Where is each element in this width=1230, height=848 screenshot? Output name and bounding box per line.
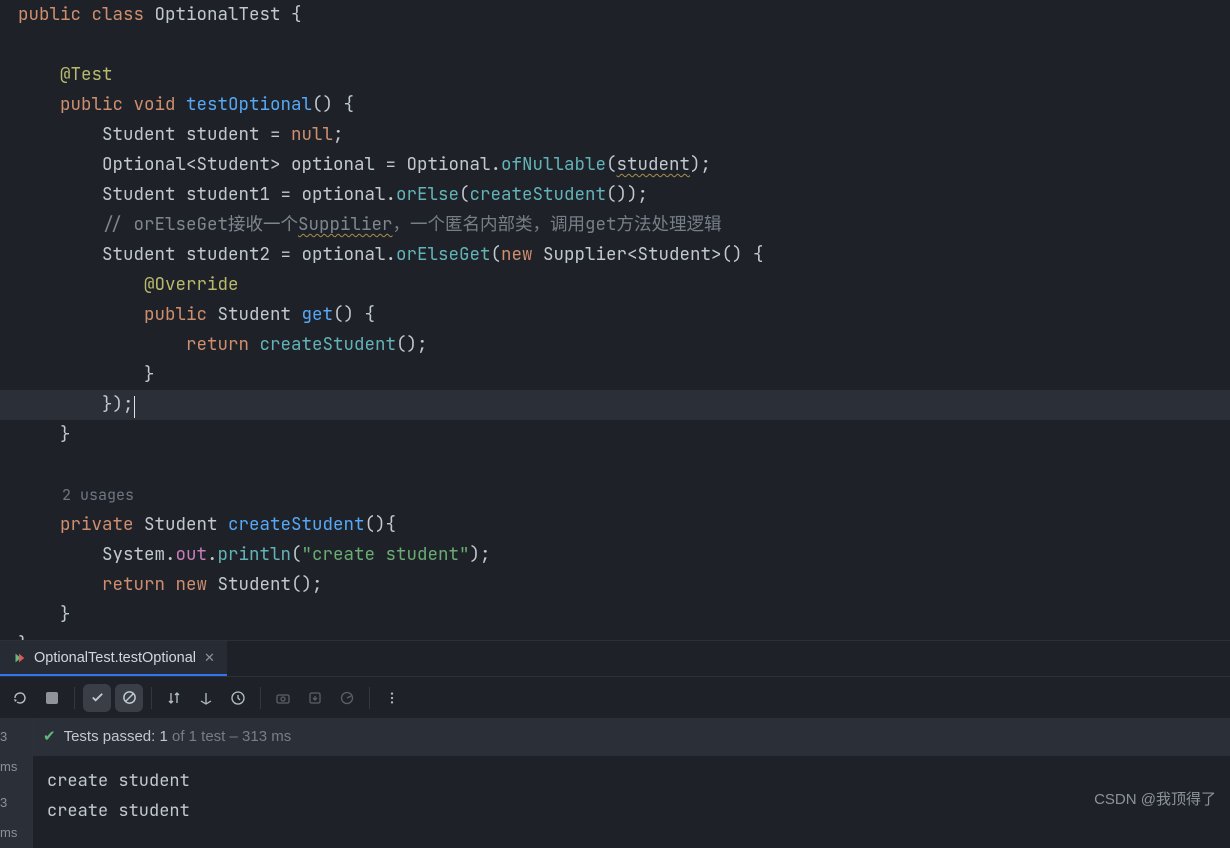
code-line: }: [0, 360, 1230, 390]
more-icon[interactable]: [378, 684, 406, 712]
code-line: }: [0, 630, 1230, 640]
code-line: [0, 30, 1230, 60]
console-line: create student: [47, 770, 190, 792]
run-tab[interactable]: OptionalTest.testOptional ✕: [0, 641, 227, 676]
watermark: CSDN @我顶得了: [1094, 785, 1216, 815]
console-output[interactable]: create student create student: [33, 756, 1230, 836]
tests-time: – 313 ms: [225, 728, 291, 745]
test-status-bar: ✔ Tests passed: 1 of 1 test – 313 ms: [33, 718, 1230, 756]
code-line: Student student1 = optional.orElse(creat…: [0, 180, 1230, 210]
close-icon[interactable]: ✕: [204, 643, 215, 673]
test-results: 3 ms 3 ms ✔ Tests passed: 1 of 1 test – …: [0, 718, 1230, 848]
run-test-icon: [12, 651, 26, 665]
code-line: public class OptionalTest {: [0, 0, 1230, 30]
code-line: public Student get() {: [0, 300, 1230, 330]
check-icon: ✔: [43, 722, 56, 752]
code-line: Student student = null;: [0, 120, 1230, 150]
result-time: 3 ms: [0, 788, 28, 848]
code-line: Optional<Student> optional = Optional.of…: [0, 150, 1230, 180]
code-line-cursor: });: [0, 390, 1230, 420]
code-line: return createStudent();: [0, 330, 1230, 360]
tests-total-label: of 1 test: [168, 728, 226, 745]
tests-passed-count: 1: [159, 728, 167, 745]
code-editor[interactable]: public class OptionalTest { @Test public…: [0, 0, 1230, 640]
code-line: [0, 450, 1230, 480]
code-line: private Student createStudent(){: [0, 510, 1230, 540]
import-icon[interactable]: [301, 684, 329, 712]
code-line: @Test: [0, 60, 1230, 90]
code-line: }: [0, 600, 1230, 630]
test-toolbar: [0, 676, 1230, 718]
expand-icon[interactable]: [192, 684, 220, 712]
code-line: public void testOptional() {: [0, 90, 1230, 120]
screenshot-icon[interactable]: [269, 684, 297, 712]
code-line: System.out.println("create student");: [0, 540, 1230, 570]
code-line: }: [0, 420, 1230, 450]
code-line: @Override: [0, 270, 1230, 300]
run-tab-label: OptionalTest.testOptional: [34, 643, 196, 673]
rerun-icon[interactable]: [6, 684, 34, 712]
code-line: Student student2 = optional.orElseGet(ne…: [0, 240, 1230, 270]
code-line: // orElseGet接收一个Suppilier，一个匿名内部类，调用get方…: [0, 210, 1230, 240]
tests-passed-label: Tests passed:: [64, 728, 160, 745]
show-passed-icon[interactable]: [83, 684, 111, 712]
test-tree-times: 3 ms 3 ms: [0, 718, 32, 848]
stop-icon[interactable]: [38, 684, 66, 712]
run-tabstrip: OptionalTest.testOptional ✕: [0, 640, 1230, 676]
result-time: 3 ms: [0, 722, 28, 782]
console-line: create student: [47, 800, 190, 822]
show-ignored-icon[interactable]: [115, 684, 143, 712]
sort-icon[interactable]: [160, 684, 188, 712]
usage-hint[interactable]: 2 usages: [0, 480, 1230, 510]
code-line: return new Student();: [0, 570, 1230, 600]
history-icon[interactable]: [224, 684, 252, 712]
coverage-icon[interactable]: [333, 684, 361, 712]
